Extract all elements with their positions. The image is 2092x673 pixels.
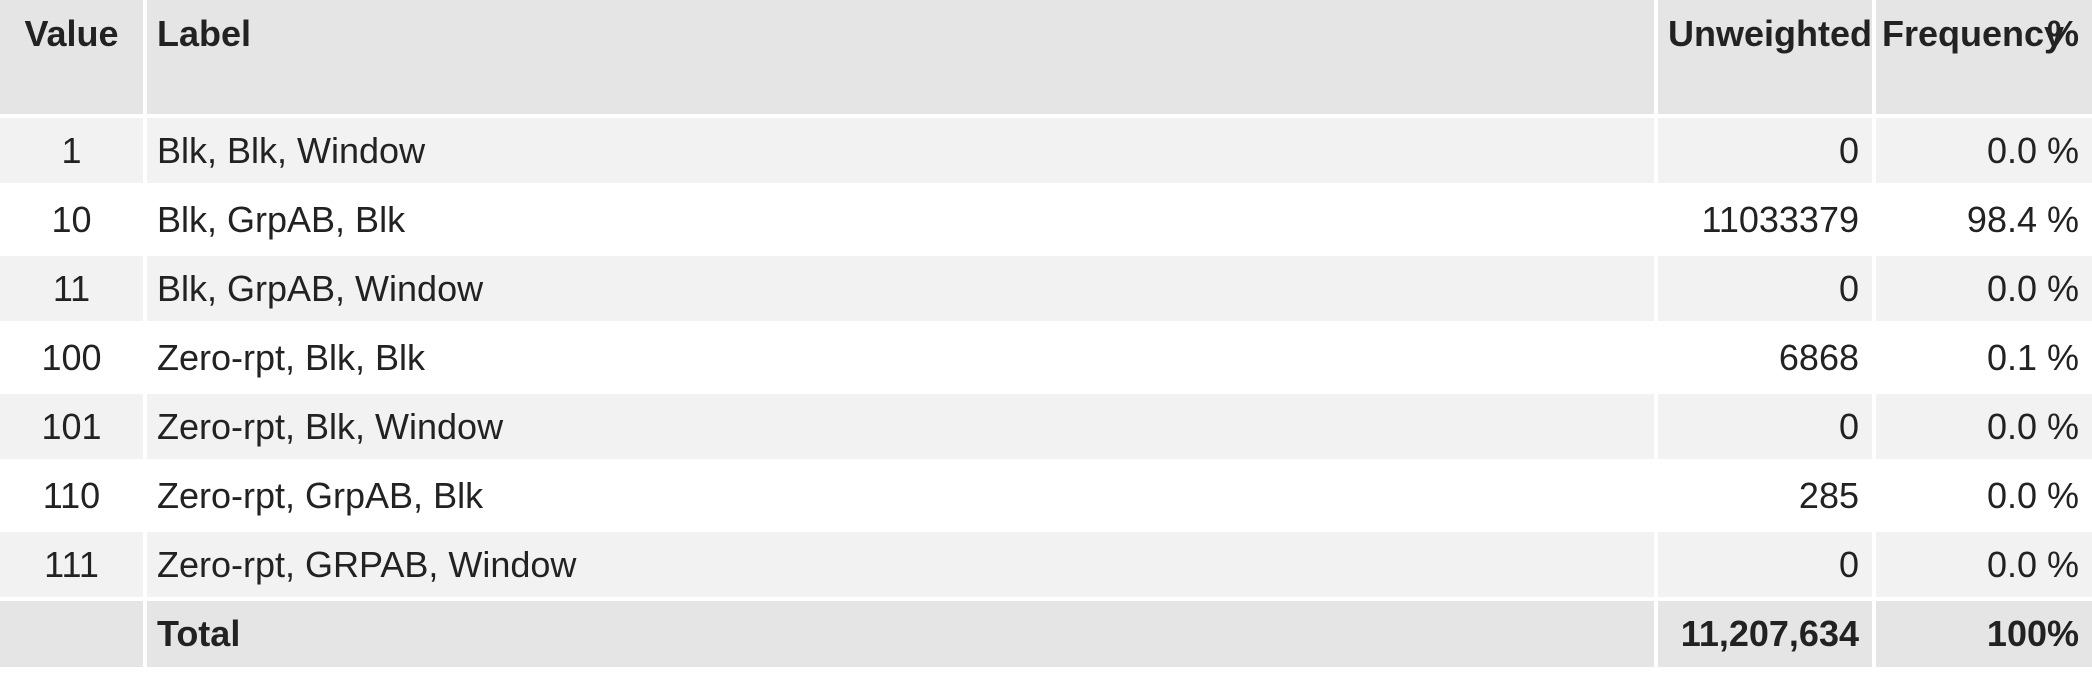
value-column-header: Value: [0, 0, 147, 118]
frequency-cell: 0: [1658, 532, 1876, 601]
table-row: 10 Blk, GrpAB, Blk 11033379 98.4 %: [0, 187, 2092, 256]
total-label-cell: Total: [147, 601, 1658, 671]
percent-cell: 0.0 %: [1876, 118, 2092, 187]
total-value-cell: [0, 601, 147, 671]
label-cell: Zero-rpt, GRPAB, Window: [147, 532, 1658, 601]
table-header: Value Label Unweighted Frequency %: [0, 0, 2092, 118]
percent-cell: 0.0 %: [1876, 463, 2092, 532]
table-footer: Total 11,207,634 100%: [0, 601, 2092, 671]
value-cell: 1: [0, 118, 147, 187]
value-cell: 10: [0, 187, 147, 256]
frequency-cell: 285: [1658, 463, 1876, 532]
table-row: 1 Blk, Blk, Window 0 0.0 %: [0, 118, 2092, 187]
table-row: 100 Zero-rpt, Blk, Blk 6868 0.1 %: [0, 325, 2092, 394]
label-cell: Zero-rpt, Blk, Blk: [147, 325, 1658, 394]
frequency-cell: 0: [1658, 256, 1876, 325]
value-cell: 100: [0, 325, 147, 394]
label-cell: Blk, Blk, Window: [147, 118, 1658, 187]
frequency-cell: 6868: [1658, 325, 1876, 394]
frequency-cell: 0: [1658, 394, 1876, 463]
frequency-cell: 11033379: [1658, 187, 1876, 256]
percent-cell: 0.0 %: [1876, 394, 2092, 463]
table-row: 101 Zero-rpt, Blk, Window 0 0.0 %: [0, 394, 2092, 463]
percent-cell: 0.0 %: [1876, 532, 2092, 601]
total-frequency-cell: 11,207,634: [1658, 601, 1876, 671]
table-body: 1 Blk, Blk, Window 0 0.0 % 10 Blk, GrpAB…: [0, 118, 2092, 601]
percent-cell: 98.4 %: [1876, 187, 2092, 256]
frequency-column-header: Unweighted Frequency: [1658, 0, 2064, 118]
value-cell: 111: [0, 532, 147, 601]
table-row: 111 Zero-rpt, GRPAB, Window 0 0.0 %: [0, 532, 2092, 601]
label-cell: Zero-rpt, Blk, Window: [147, 394, 1658, 463]
percent-cell: 0.0 %: [1876, 256, 2092, 325]
table-row: 11 Blk, GrpAB, Window 0 0.0 %: [0, 256, 2092, 325]
frequency-table: Value Label Unweighted Frequency % 1 Blk…: [0, 0, 2092, 671]
header-row: Value Label Unweighted Frequency %: [0, 0, 2092, 118]
value-cell: 11: [0, 256, 147, 325]
table-row: 110 Zero-rpt, GrpAB, Blk 285 0.0 %: [0, 463, 2092, 532]
percent-cell: 0.1 %: [1876, 325, 2092, 394]
total-row: Total 11,207,634 100%: [0, 601, 2092, 671]
label-cell: Blk, GrpAB, Blk: [147, 187, 1658, 256]
label-column-header: Label: [147, 0, 1658, 118]
label-cell: Blk, GrpAB, Window: [147, 256, 1658, 325]
value-cell: 110: [0, 463, 147, 532]
frequency-cell: 0: [1658, 118, 1876, 187]
value-cell: 101: [0, 394, 147, 463]
label-cell: Zero-rpt, GrpAB, Blk: [147, 463, 1658, 532]
total-percent-cell: 100%: [1876, 601, 2092, 671]
